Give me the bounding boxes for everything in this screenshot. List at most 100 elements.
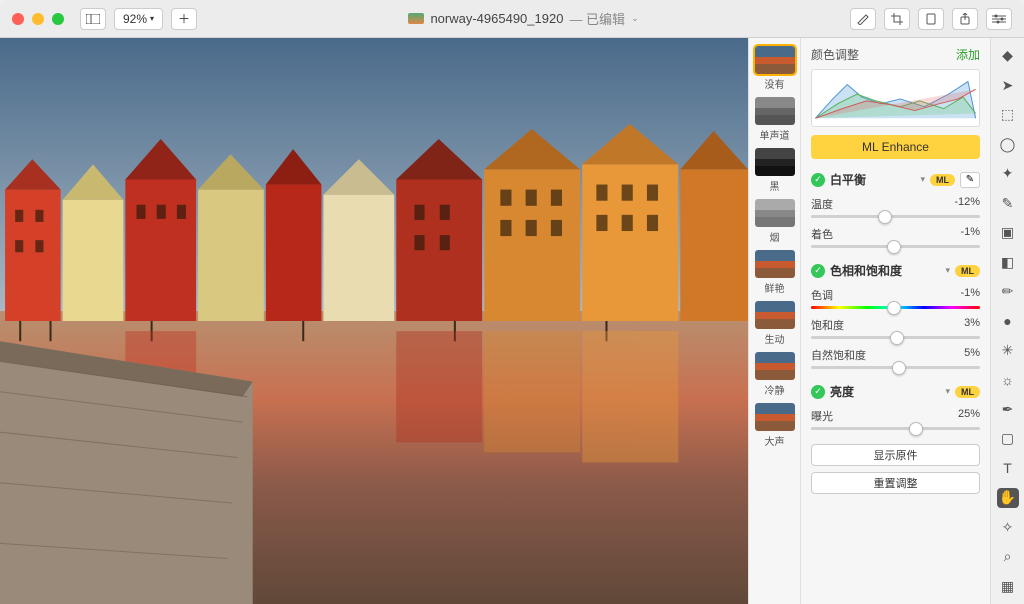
preset-thumb bbox=[755, 250, 795, 278]
slider-自然饱和度: 自然饱和度5% bbox=[811, 347, 980, 369]
preset-烟[interactable]: 烟 bbox=[755, 199, 795, 244]
add-button[interactable]: ＋ bbox=[171, 8, 197, 30]
fullscreen-icon[interactable] bbox=[52, 13, 64, 25]
preset-label: 鲜艳 bbox=[755, 280, 795, 295]
slider-track[interactable] bbox=[811, 427, 980, 430]
check-icon[interactable]: ✓ bbox=[811, 264, 825, 278]
preset-单声道[interactable]: 单声道 bbox=[755, 97, 795, 142]
check-icon[interactable]: ✓ bbox=[811, 173, 825, 187]
section-header[interactable]: ✓ 白平衡 ▾ ML ✎ bbox=[811, 171, 980, 188]
wand-icon[interactable]: ✦ bbox=[997, 164, 1019, 183]
image-canvas[interactable] bbox=[0, 38, 748, 604]
edited-label: — 已编辑 bbox=[569, 9, 625, 28]
slider-饱和度: 饱和度 3% bbox=[811, 317, 980, 339]
preset-thumb bbox=[755, 301, 795, 329]
slider-handle[interactable] bbox=[887, 301, 901, 315]
preset-鲜艳[interactable]: 鲜艳 bbox=[755, 250, 795, 295]
preset-冷静[interactable]: 冷静 bbox=[755, 352, 795, 397]
slider-label: 着色 bbox=[811, 226, 833, 242]
histogram bbox=[811, 69, 980, 127]
add-adjustment-link[interactable]: 添加 bbox=[956, 46, 980, 63]
zoom-icon[interactable]: ⌕ bbox=[997, 547, 1019, 566]
slider-label: 饱和度 bbox=[811, 317, 844, 333]
light-icon[interactable]: ☼ bbox=[997, 370, 1019, 389]
ml-badge: ML bbox=[955, 386, 980, 398]
chevron-down-icon: ▾ bbox=[920, 174, 925, 185]
adjustments-button[interactable] bbox=[986, 8, 1012, 30]
star-icon[interactable]: ✧ bbox=[997, 518, 1019, 537]
retouch-button[interactable] bbox=[850, 8, 876, 30]
arrow-icon[interactable]: ➤ bbox=[997, 75, 1019, 94]
slider-色调: 色调-1% bbox=[811, 287, 980, 309]
dropper-icon[interactable]: ✒ bbox=[997, 400, 1019, 419]
slider-handle[interactable] bbox=[878, 210, 892, 224]
smudge-icon[interactable]: ● bbox=[997, 311, 1019, 330]
preset-thumb bbox=[755, 46, 795, 74]
slider-track[interactable] bbox=[811, 245, 980, 248]
section-white-balance: ✓ 白平衡 ▾ ML ✎ 温度-12% 着色 -1% bbox=[811, 171, 980, 248]
eraser-icon[interactable]: ◧ bbox=[997, 252, 1019, 271]
preset-黑[interactable]: 黑 bbox=[755, 148, 795, 193]
lasso-icon[interactable]: ◯ bbox=[997, 134, 1019, 153]
slider-value: 3% bbox=[964, 317, 980, 333]
share-button[interactable] bbox=[952, 8, 978, 30]
adjustments-panel: 颜色调整 添加 ML Enhance ✓ 白平衡 ▾ ML ✎ 温度-12% bbox=[800, 38, 990, 604]
preset-大声[interactable]: 大声 bbox=[755, 403, 795, 448]
section-header[interactable]: ✓ 色相和饱和度 ▾ ML bbox=[811, 262, 980, 279]
swatch-icon[interactable]: ▦ bbox=[997, 576, 1019, 595]
window-controls bbox=[12, 13, 64, 25]
preset-thumb bbox=[755, 352, 795, 380]
slider-着色: 着色 -1% bbox=[811, 226, 980, 248]
ml-badge: ML bbox=[930, 174, 955, 186]
shape-icon[interactable]: ▢ bbox=[997, 429, 1019, 448]
preset-label: 黑 bbox=[755, 178, 795, 193]
crop-button[interactable] bbox=[884, 8, 910, 30]
slider-温度: 温度-12% bbox=[811, 196, 980, 218]
preset-没有[interactable]: 没有 bbox=[755, 46, 795, 91]
slider-value: -12% bbox=[954, 196, 980, 212]
marquee-icon[interactable]: ⬚ bbox=[997, 105, 1019, 124]
ml-enhance-button[interactable]: ML Enhance bbox=[811, 135, 980, 159]
slider-value: -1% bbox=[960, 226, 980, 242]
pen-icon[interactable]: ✏ bbox=[997, 282, 1019, 301]
reset-button[interactable]: 重置调整 bbox=[811, 472, 980, 494]
titlebar: 92% ▾ ＋ norway-4965490_1920 — 已编辑 ⌄ bbox=[0, 0, 1024, 38]
sharpen-icon[interactable]: ✳ bbox=[997, 341, 1019, 360]
zoom-select[interactable]: 92% ▾ bbox=[114, 8, 163, 30]
minimize-icon[interactable] bbox=[32, 13, 44, 25]
preset-thumb bbox=[755, 97, 795, 125]
show-original-button[interactable]: 显示原件 bbox=[811, 444, 980, 466]
slider-handle[interactable] bbox=[887, 240, 901, 254]
text-icon[interactable]: T bbox=[997, 459, 1019, 478]
preset-label: 生动 bbox=[755, 331, 795, 346]
close-icon[interactable] bbox=[12, 13, 24, 25]
sidebar-toggle-button[interactable] bbox=[80, 8, 106, 30]
brush-icon[interactable]: ✎ bbox=[997, 193, 1019, 212]
slider-handle[interactable] bbox=[892, 361, 906, 375]
hand-icon[interactable]: ✋ bbox=[997, 488, 1019, 507]
section-title: 白平衡 bbox=[830, 171, 915, 188]
bucket-icon[interactable]: ▣ bbox=[997, 223, 1019, 242]
preset-label: 烟 bbox=[755, 229, 795, 244]
pointer-icon[interactable]: ◆ bbox=[997, 46, 1019, 65]
eyedropper-icon[interactable]: ✎ bbox=[960, 172, 980, 188]
section-header[interactable]: ✓ 亮度 ▾ ML bbox=[811, 383, 980, 400]
filename-label: norway-4965490_1920 bbox=[430, 11, 563, 26]
slider-track[interactable] bbox=[811, 215, 980, 218]
slider-track[interactable] bbox=[811, 366, 980, 369]
preset-thumb bbox=[755, 199, 795, 227]
chevron-down-icon: ▾ bbox=[945, 265, 950, 276]
slider-handle[interactable] bbox=[909, 422, 923, 436]
slider-handle[interactable] bbox=[890, 331, 904, 345]
panel-title: 颜色调整 bbox=[811, 46, 859, 63]
preset-label: 冷静 bbox=[755, 382, 795, 397]
file-thumb-icon bbox=[408, 13, 424, 24]
format-button[interactable] bbox=[918, 8, 944, 30]
section-hue-sat: ✓ 色相和饱和度 ▾ ML 色调-1% 饱和度 3% 自然饱和度5% bbox=[811, 262, 980, 369]
slider-track[interactable] bbox=[811, 306, 980, 309]
slider-track[interactable] bbox=[811, 336, 980, 339]
slider-曝光: 曝光25% bbox=[811, 408, 980, 430]
preset-label: 没有 bbox=[755, 76, 795, 91]
preset-生动[interactable]: 生动 bbox=[755, 301, 795, 346]
check-icon[interactable]: ✓ bbox=[811, 385, 825, 399]
